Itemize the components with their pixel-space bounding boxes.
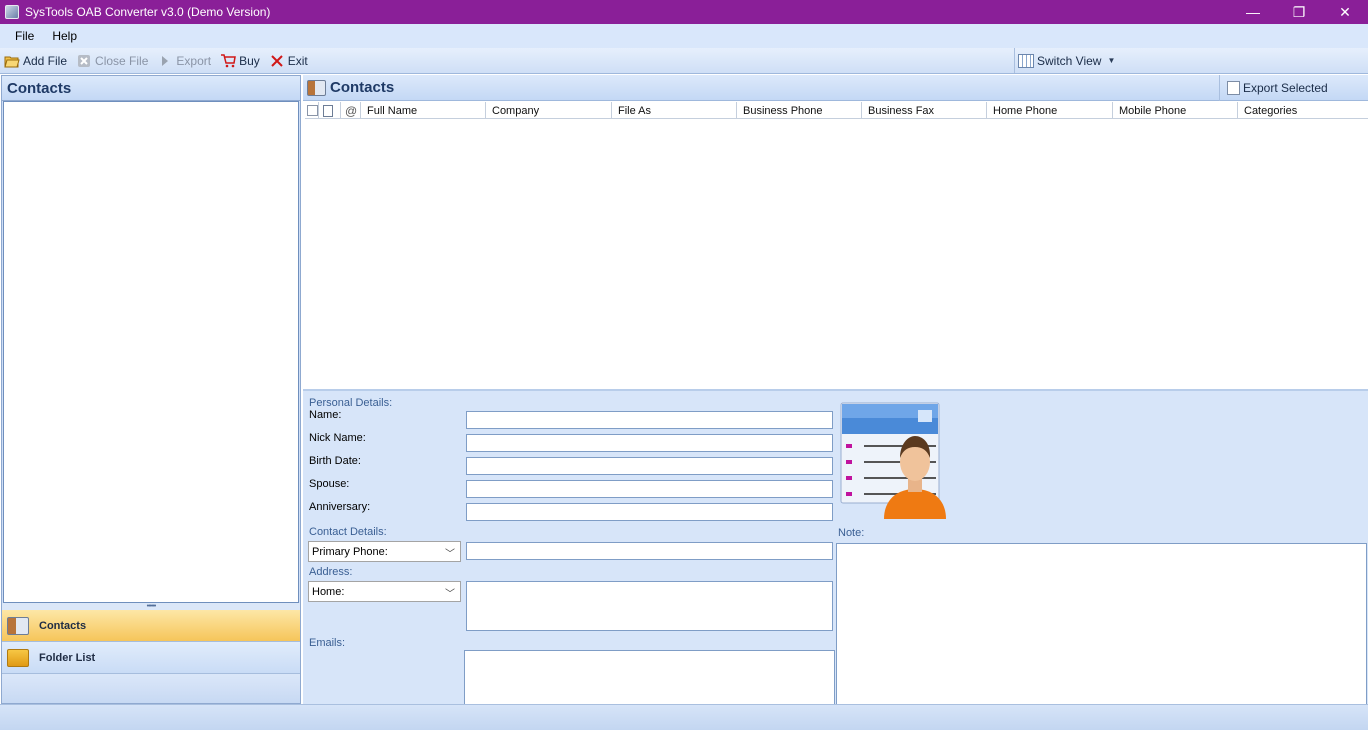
status-bar [0,704,1368,730]
spouse-label: Spouse: [309,478,350,490]
column-file-as[interactable]: File As [612,102,737,119]
contacts-panel-title: Contacts [330,79,395,96]
buy-button[interactable]: Buy [220,53,260,69]
nav-overflow-area [2,674,300,703]
address-textarea[interactable] [466,581,833,631]
column-home-phone[interactable]: Home Phone [987,102,1113,119]
phone-number-field[interactable] [466,542,833,560]
chevron-down-icon: ﹀ [445,549,455,560]
shopping-cart-icon [220,53,236,69]
folder-icon [7,648,29,667]
contacts-panel-header: Contacts Export Selected [303,75,1368,101]
export-document-icon [1227,81,1240,95]
chevron-down-icon: ▼ [1107,56,1116,65]
contact-card-illustration-icon [840,402,950,520]
address-divider [466,566,836,567]
phone-type-select[interactable]: Primary Phone: ﹀ [308,541,461,562]
note-label: Note: [838,527,865,539]
add-file-label: Add File [23,53,68,68]
address-type-value: Home: [312,585,345,598]
document-icon [323,104,333,117]
grid-view-icon [1018,53,1034,68]
attachment-column[interactable]: @ [341,102,361,119]
contact-details-section: Contact Details: [309,526,836,538]
window-title: SysTools OAB Converter v3.0 (Demo Versio… [25,5,271,19]
personal-details-label: Personal Details: [309,397,393,409]
exit-x-icon [269,53,285,69]
toolbar: Add File Close File Export Buy Exit Swit… [0,48,1368,74]
menu-bar: File Help [0,24,1368,48]
column-business-fax[interactable]: Business Fax [862,102,987,119]
export-selected-label: Export Selected [1243,81,1328,95]
phone-type-value: Primary Phone: [312,545,388,558]
spouse-field[interactable] [466,480,833,498]
exit-button[interactable]: Exit [269,53,308,69]
contact-details-label: Contact Details: [309,526,387,538]
nav-folder-list-button[interactable]: Folder List [2,642,300,674]
buy-label: Buy [239,53,260,68]
menu-help[interactable]: Help [43,29,86,43]
nav-contacts-label: Contacts [39,619,87,632]
emails-label: Emails: [309,637,346,649]
anniversary-field[interactable] [466,503,833,521]
export-button[interactable]: Export [157,53,211,69]
column-mobile-phone[interactable]: Mobile Phone [1113,102,1238,119]
personal-details-section: Personal Details: [309,397,836,409]
contacts-grid-header: @ Full Name Company File As Business Pho… [305,102,1368,119]
birth-date-field[interactable] [466,457,833,475]
note-section: Note: [838,527,1366,539]
close-file-icon [76,53,92,69]
note-textarea[interactable] [836,543,1367,706]
emails-textarea[interactable] [464,650,835,706]
left-panel: Contacts •••••• Contacts Folder List [1,75,301,704]
nav-contacts-button[interactable]: Contacts [2,610,300,642]
address-label: Address: [309,566,353,578]
column-business-phone[interactable]: Business Phone [737,102,862,119]
column-company[interactable]: Company [486,102,612,119]
emails-section: Emails: [309,637,836,649]
paperclip-icon: @ [345,103,358,118]
address-type-select[interactable]: Home: ﹀ [308,581,461,602]
close-window-button[interactable]: ✕ [1322,0,1368,24]
close-file-button[interactable]: Close File [76,53,148,69]
item-type-column[interactable] [319,102,341,119]
nick-name-field[interactable] [466,434,833,452]
export-label: Export [176,53,212,68]
column-full-name[interactable]: Full Name [361,102,486,119]
menu-file[interactable]: File [6,29,43,43]
name-field[interactable] [466,411,833,429]
contact-card-icon [7,616,29,635]
address-section: Address: [309,566,463,578]
column-categories[interactable]: Categories [1238,102,1359,119]
minimize-button[interactable]: — [1230,0,1276,24]
switch-view-label: Switch View [1037,53,1102,68]
exit-label: Exit [287,53,308,68]
folder-open-icon [4,53,20,69]
nav-folder-list-label: Folder List [39,651,96,664]
name-label: Name: [309,409,342,421]
nick-name-label: Nick Name: [309,432,366,444]
window-controls: — ❐ ✕ [1230,0,1368,24]
contacts-grid-body[interactable] [305,120,1368,388]
contact-card-icon [307,79,326,96]
export-arrow-icon [157,53,173,69]
add-file-button[interactable]: Add File [4,53,67,69]
birth-date-label: Birth Date: [309,455,361,467]
contact-details-pane: Personal Details: Name: Nick Name: Birth… [303,389,1368,706]
folder-tree[interactable] [3,101,299,603]
chevron-down-icon: ﹀ [445,589,455,600]
restore-button[interactable]: ❐ [1276,0,1322,24]
title-bar: SysTools OAB Converter v3.0 (Demo Versio… [0,0,1368,24]
panel-splitter-handle[interactable]: •••••• [2,603,300,610]
select-all-checkbox[interactable] [305,102,319,119]
export-selected-button[interactable]: Export Selected [1219,75,1368,101]
anniversary-label: Anniversary: [309,501,371,513]
switch-view-button[interactable]: Switch View ▼ [1014,48,1368,73]
close-file-label: Close File [95,53,149,68]
left-panel-title: Contacts [2,76,300,101]
app-icon [5,5,19,19]
